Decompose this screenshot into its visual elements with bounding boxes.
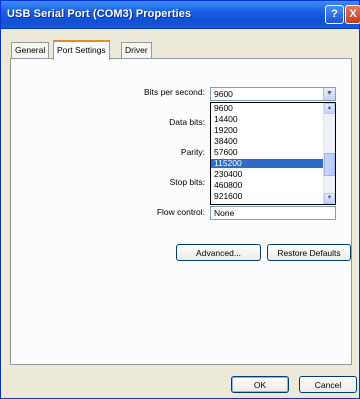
data-bits-label: Data bits: [169,117,205,127]
chevron-down-icon[interactable]: ▼ [323,88,335,100]
scrollbar-thumb[interactable] [324,153,335,176]
flow-control-value: None [214,208,235,218]
tab-general[interactable]: General [11,42,50,58]
list-scrollbar[interactable]: ▲ ▼ [323,103,335,204]
list-item[interactable]: 9600 [211,104,326,113]
parity-label: Parity: [180,147,205,157]
chevron-up-icon[interactable]: ▲ [324,103,335,114]
properties-dialog: USB Serial Port (COM3) Properties ? X Ge… [0,0,360,399]
tab-port-settings[interactable]: Port Settings [53,40,110,60]
stop-bits-label: Stop bits: [169,177,205,187]
list-item[interactable]: 38400 [211,137,326,146]
chevron-down-icon[interactable]: ▼ [324,193,335,204]
title-bar[interactable]: USB Serial Port (COM3) Properties ? X [1,1,360,29]
advanced-button[interactable]: Advanced... [176,244,261,261]
list-item[interactable]: 230400 [211,170,326,179]
help-button[interactable]: ? [325,5,344,24]
list-item[interactable]: 921600 [211,192,326,201]
flow-control-label: Flow control: [156,207,205,217]
window-title: USB Serial Port (COM3) Properties [7,8,192,20]
ok-button[interactable]: OK [231,376,289,393]
list-item[interactable]: 460800 [211,181,326,190]
list-item[interactable]: 19200 [211,126,326,135]
list-item[interactable]: 14400 [211,115,326,124]
cancel-button[interactable]: Cancel [299,376,357,393]
bits-per-second-select[interactable]: 9600 ▼ [210,87,336,101]
baud-rate-dropdown-list[interactable]: 9600 14400 19200 38400 57600 115200 2304… [210,102,336,205]
flow-control-select[interactable]: None [210,206,336,220]
bits-per-second-label: Bits per second: [144,87,205,97]
bits-per-second-value: 9600 [214,89,233,99]
restore-defaults-button[interactable]: Restore Defaults [267,244,351,261]
list-item-selected[interactable]: 115200 [211,159,326,168]
close-button[interactable]: X [345,5,360,24]
list-item[interactable]: 57600 [211,148,326,157]
tab-driver[interactable]: Driver [121,42,152,58]
